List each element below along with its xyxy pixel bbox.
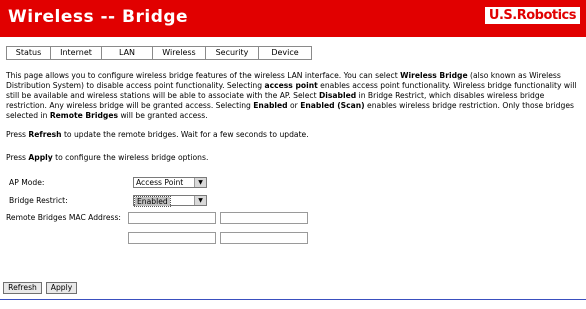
page-description: This page allows you to configure wirele… — [6, 71, 577, 120]
tab-lan[interactable]: LAN — [101, 46, 153, 60]
ap-mode-label: AP Mode: — [9, 178, 45, 187]
usrobotics-logo: U.S.Robotics — [484, 7, 580, 24]
tab-security[interactable]: Security — [205, 46, 259, 60]
bridge-restrict-value: Enabled — [134, 196, 171, 207]
mac-address-input-4[interactable] — [220, 232, 308, 244]
ap-mode-value: Access Point — [136, 178, 184, 187]
tab-device[interactable]: Device — [258, 46, 312, 60]
footer-divider — [0, 299, 586, 300]
tab-status[interactable]: Status — [6, 46, 51, 60]
apply-button[interactable]: Apply — [46, 282, 77, 294]
refresh-help-text: Press Refresh to update the remote bridg… — [6, 130, 309, 139]
tab-internet[interactable]: Internet — [50, 46, 102, 60]
mac-address-input-1[interactable] — [128, 212, 216, 224]
apply-help-text: Press Apply to configure the wireless br… — [6, 153, 209, 162]
bridge-restrict-select[interactable]: Enabled ▼ — [133, 195, 207, 207]
mac-address-label: Remote Bridges MAC Address: — [6, 213, 121, 222]
refresh-button[interactable]: Refresh — [3, 282, 42, 294]
chevron-down-icon: ▼ — [194, 196, 206, 205]
nav-tabs: Status Internet LAN Wireless Security De… — [6, 46, 312, 60]
header-bar: Wireless -- Bridge U.S.Robotics — [0, 0, 586, 37]
page-title: Wireless -- Bridge — [8, 7, 189, 27]
bridge-restrict-label: Bridge Restrict: — [9, 196, 68, 205]
ap-mode-select[interactable]: Access Point ▼ — [133, 177, 207, 188]
chevron-down-icon: ▼ — [194, 178, 206, 187]
mac-address-input-3[interactable] — [128, 232, 216, 244]
tab-wireless[interactable]: Wireless — [152, 46, 206, 60]
mac-address-input-2[interactable] — [220, 212, 308, 224]
